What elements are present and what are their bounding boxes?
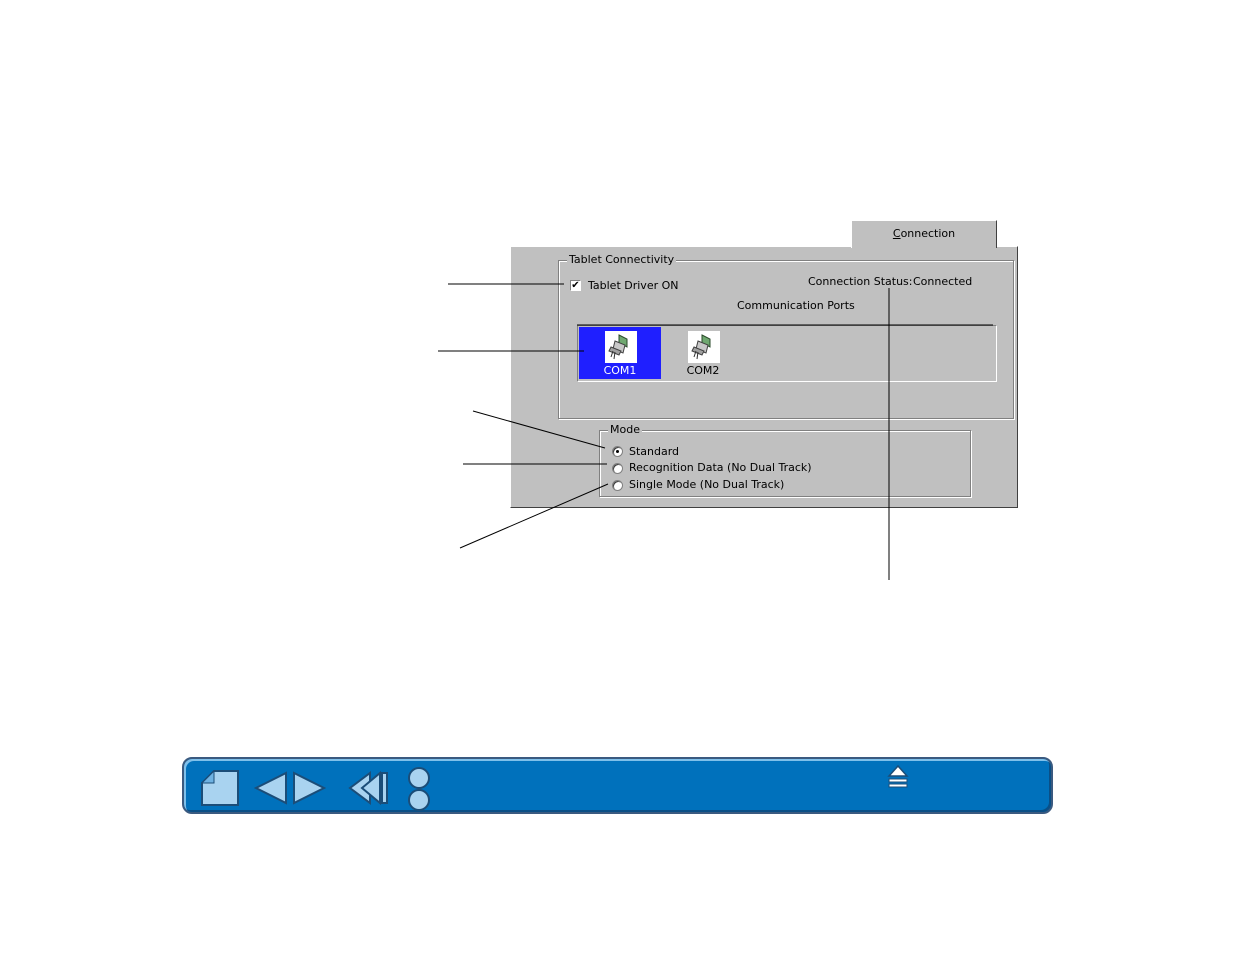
tab-connection[interactable]: Connection xyxy=(851,220,997,248)
check-mark-icon: ✔ xyxy=(571,280,580,291)
navigation-bar xyxy=(182,757,1053,814)
serial-port-icon xyxy=(688,331,720,363)
serial-port-icon xyxy=(605,331,637,363)
mode-single-radio[interactable] xyxy=(612,480,623,491)
home-icon[interactable] xyxy=(200,769,240,811)
port-label: COM1 xyxy=(603,364,637,377)
port-com2[interactable]: COM2 xyxy=(662,327,744,379)
tab-label-mnemonic: C xyxy=(892,227,901,240)
eject-icon[interactable] xyxy=(887,764,909,794)
mode-single-label[interactable]: Single Mode (No Dual Track) xyxy=(629,478,784,491)
tablet-connectivity-group: Tablet Connectivity ✔ Tablet Driver ON C… xyxy=(558,253,1014,419)
communication-ports-title: Communication Ports xyxy=(737,299,855,312)
port-label: COM2 xyxy=(686,364,720,377)
mode-standard-label[interactable]: Standard xyxy=(629,445,679,458)
tablet-connectivity-title: Tablet Connectivity xyxy=(567,253,677,266)
connection-status-value: Connected xyxy=(913,275,973,288)
previous-page-icon[interactable] xyxy=(253,771,288,809)
mode-recognition-label[interactable]: Recognition Data (No Dual Track) xyxy=(629,461,812,474)
tablet-driver-label[interactable]: Tablet Driver ON xyxy=(588,279,679,292)
mode-standard-radio[interactable] xyxy=(612,446,623,457)
connection-panel: Tablet Connectivity ✔ Tablet Driver ON C… xyxy=(510,246,1018,508)
tablet-driver-checkbox[interactable]: ✔ xyxy=(570,280,581,291)
connection-status-label: Connection Status: xyxy=(808,275,913,288)
mode-group: Mode Standard Recognition Data (No Dual … xyxy=(599,423,971,497)
toggle-icon[interactable] xyxy=(406,767,432,815)
mode-recognition-radio[interactable] xyxy=(612,463,623,474)
next-page-icon[interactable] xyxy=(292,771,327,809)
tab-label-rest: onnection xyxy=(900,227,956,240)
mode-title: Mode xyxy=(608,423,642,436)
back-icon[interactable] xyxy=(348,770,390,809)
port-com1[interactable]: COM1 xyxy=(579,327,661,379)
communication-ports-list: COM1 COM2 xyxy=(577,325,997,382)
